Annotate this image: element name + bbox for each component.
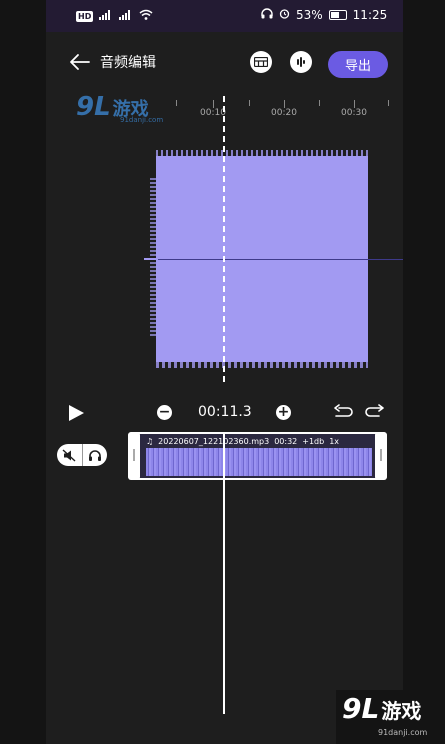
zoom-in-button[interactable]: + (276, 405, 291, 420)
undo-icon (334, 404, 353, 417)
audio-clip[interactable]: ♫ 20220607_122102360.mp3 00:32 +1db 1x (128, 432, 387, 480)
sound-bars-button[interactable] (290, 51, 312, 73)
watermark-name: 游戏 (381, 699, 422, 723)
arrow-left-icon (70, 54, 90, 70)
mute-icon (62, 448, 76, 462)
signal-icon (119, 9, 133, 23)
grid-button[interactable] (250, 51, 272, 73)
waveform-peaks-bottom (156, 358, 368, 368)
clip-filename: 20220607_122102360.mp3 (158, 437, 270, 446)
waveform-edge (150, 176, 158, 336)
redo-button[interactable] (364, 403, 386, 423)
watermark-url: 91danji.com (378, 728, 428, 737)
watermark-logo-group: 9L 游戏 (342, 692, 421, 725)
watermark-bottom: 9L 游戏 91danji.com (336, 690, 445, 744)
music-note-icon: ♫ (146, 437, 154, 446)
headphones-icon (88, 449, 101, 461)
clip-volume: +1db (302, 437, 325, 446)
headphones-status-icon (261, 8, 273, 22)
track-tools (57, 444, 107, 466)
alarm-icon (279, 8, 290, 22)
signal-icon (99, 9, 113, 23)
waveform-center-line (144, 258, 158, 260)
mute-button[interactable] (57, 444, 82, 466)
battery-percent: 53% (296, 8, 323, 22)
letterbox-left (0, 0, 46, 744)
zoom-out-button[interactable]: − (157, 405, 172, 420)
redo-icon (365, 404, 384, 417)
app-screen: HD 53% 11:25 音频编辑 导出 00:10 00:20 00:30 9… (46, 0, 403, 744)
clip-waveform (146, 448, 372, 476)
status-right: 53% 11:25 (261, 8, 387, 22)
play-icon (69, 405, 84, 421)
status-left: HD (76, 9, 153, 23)
undo-button[interactable] (332, 403, 354, 423)
current-time: 00:11.3 (198, 404, 252, 420)
clip-speed: 1x (329, 437, 340, 446)
clip-trim-start-handle[interactable] (128, 432, 140, 480)
play-button[interactable] (66, 403, 86, 423)
grid-icon (254, 57, 268, 67)
letterbox-right (403, 0, 445, 744)
playback-controls: − 00:11.3 + (46, 398, 403, 428)
clip-duration: 00:32 (274, 437, 298, 446)
export-button[interactable]: 导出 (328, 51, 388, 78)
headphones-button[interactable] (83, 444, 108, 466)
clip-info: ♫ 20220607_122102360.mp3 00:32 +1db 1x (146, 437, 372, 446)
track-playhead[interactable] (223, 432, 225, 714)
wifi-icon (139, 9, 153, 23)
sound-bars-icon (297, 57, 305, 67)
app-header: 音频编辑 导出 (46, 38, 403, 86)
playhead-marker[interactable] (223, 96, 225, 382)
page-title: 音频编辑 (100, 55, 156, 71)
network-badge: HD (76, 10, 94, 22)
status-time: 11:25 (352, 8, 388, 22)
waveform-area[interactable] (46, 96, 403, 384)
watermark-logo: 9L (342, 692, 380, 725)
waveform-center-line (146, 259, 403, 260)
status-bar: HD 53% 11:25 (46, 0, 403, 32)
back-button[interactable] (68, 50, 92, 74)
clip-trim-end-handle[interactable] (375, 432, 387, 480)
battery-icon (328, 10, 347, 20)
